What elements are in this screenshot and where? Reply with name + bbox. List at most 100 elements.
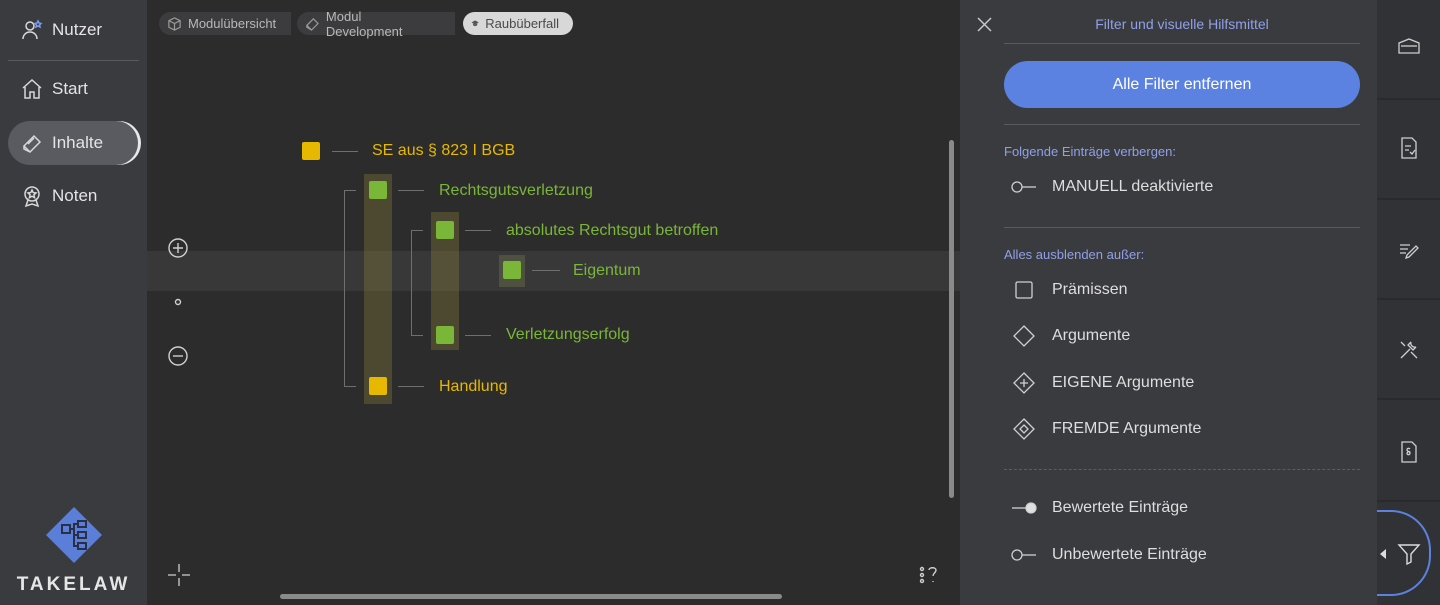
help-icon[interactable] [917, 563, 943, 587]
connector [411, 335, 423, 336]
panel-title: Filter und visuelle Hilfsmittel [1095, 16, 1269, 32]
crosshair-icon[interactable] [167, 563, 191, 587]
tree-node-label[interactable]: Handlung [439, 378, 508, 396]
tree-node-label[interactable]: Eigentum [573, 262, 641, 280]
book-icon [22, 134, 42, 154]
sidebar-item-label: Noten [52, 186, 98, 205]
filter-option-eigene-argumente[interactable]: EIGENE Argumente [1010, 371, 1194, 395]
rail-divider [1377, 98, 1440, 100]
sidebar-item-inhalte[interactable]: Inhalte [8, 121, 138, 165]
rail-divider [1377, 500, 1440, 502]
filter-option-argumente[interactable]: Argumente [1010, 324, 1130, 348]
divider [1004, 227, 1360, 228]
connector [465, 335, 491, 336]
folder-icon[interactable] [1397, 36, 1421, 60]
horizontal-scrollbar[interactable] [280, 594, 782, 599]
connector [332, 151, 358, 152]
filter-option-manuell[interactable]: MANUELL deaktivierte [1010, 175, 1213, 199]
option-label: MANUELL deaktivierte [1052, 178, 1214, 195]
connector [344, 190, 345, 386]
filter-option-unbewertete[interactable]: Unbewertete Einträge [1010, 543, 1207, 567]
rail-divider [1377, 298, 1440, 300]
option-label: Prämissen [1052, 281, 1128, 298]
caret-left-icon[interactable] [1379, 548, 1387, 560]
sidebar-divider [8, 60, 139, 61]
filter-option-fremde-argumente[interactable]: FREMDE Argumente [1010, 417, 1201, 441]
highlight-row [147, 251, 960, 291]
toggle-off-icon [1011, 549, 1036, 561]
filter-icon[interactable] [1397, 542, 1421, 566]
zoom-out-icon[interactable] [167, 345, 189, 367]
option-label: FREMDE Argumente [1052, 420, 1202, 437]
takelaw-logo: TAKELAW [15, 505, 132, 596]
tree-node-box[interactable] [436, 326, 454, 344]
rail-divider [1377, 198, 1440, 200]
diamond-plus-icon [1013, 372, 1035, 394]
tree-node-box[interactable] [302, 142, 320, 160]
tools-icon[interactable] [1397, 338, 1421, 362]
tree-node-box[interactable] [436, 221, 454, 239]
connector [411, 230, 412, 335]
tool-rail [1377, 0, 1440, 605]
breadcrumb-label: Modulübersicht [188, 16, 277, 31]
logo-text: TAKELAW [16, 574, 131, 595]
sidebar-item-nutzer[interactable]: Nutzer [8, 8, 138, 52]
zoom-in-icon[interactable] [167, 237, 189, 259]
connector [532, 270, 560, 271]
option-label: EIGENE Argumente [1052, 374, 1195, 391]
connector [398, 386, 424, 387]
close-icon[interactable] [976, 16, 993, 33]
option-label: Unbewertete Einträge [1052, 546, 1207, 563]
book-icon [306, 17, 319, 31]
home-icon [22, 78, 42, 99]
tree-node-box[interactable] [369, 377, 387, 395]
box-icon [168, 17, 181, 31]
tree-node-label[interactable]: Rechtsgutsverletzung [439, 182, 593, 200]
logo-diamond-icon [45, 507, 102, 563]
document-check-icon[interactable] [1397, 136, 1421, 160]
connector [411, 230, 423, 231]
toggle-off-icon [1011, 181, 1036, 193]
remove-all-filters-button[interactable]: Alle Filter entfernen [1004, 61, 1360, 108]
divider [1004, 124, 1360, 125]
connector [344, 386, 356, 387]
connector [344, 190, 356, 191]
user-icon [22, 19, 43, 40]
zoom-reset-icon[interactable] [167, 291, 189, 313]
arrow-band [364, 174, 392, 404]
dashed-divider [1004, 469, 1360, 471]
graduation-cap-icon [471, 20, 479, 27]
sidebar-item-label: Nutzer [52, 20, 103, 39]
tree-node-label[interactable]: SE aus § 823 I BGB [372, 142, 515, 160]
square-icon [1015, 281, 1033, 299]
breadcrumb-modul-development[interactable]: Modul Development [297, 9, 455, 39]
vertical-scrollbar[interactable] [949, 140, 954, 498]
toggle-on-icon [1012, 502, 1037, 514]
filter-panel: Filter und visuelle Hilfsmittel Alle Fil… [960, 0, 1377, 605]
breadcrumb-label: Raubüberfall [485, 16, 559, 31]
filter-option-bewertete[interactable]: Bewertete Einträge [1010, 496, 1188, 520]
sidebar-item-noten[interactable]: Noten [8, 174, 138, 218]
law-document-icon[interactable] [1397, 440, 1421, 464]
connector [465, 230, 491, 231]
option-label: Bewertete Einträge [1052, 499, 1189, 516]
breadcrumb-modulubersicht[interactable]: Modulübersicht [159, 12, 291, 35]
sidebar-item-start[interactable]: Start [8, 67, 138, 111]
tree-node-label[interactable]: Verletzungserfolg [506, 326, 630, 344]
rail-divider [1377, 398, 1440, 400]
sidebar-item-label: Start [52, 79, 88, 98]
connector [398, 190, 424, 191]
breadcrumb-raububerfall[interactable]: Raubüberfall [463, 12, 573, 35]
sidebar-item-label: Inhalte [52, 133, 104, 152]
tree-canvas[interactable]: Modulübersicht Modul Development Raubübe… [147, 0, 960, 605]
breadcrumb-label: Modul Development [325, 8, 403, 39]
tree-node-box[interactable] [503, 261, 521, 279]
award-icon [24, 186, 40, 208]
filter-option-pramissen[interactable]: Prämissen [1010, 278, 1128, 302]
option-label: Argumente [1052, 327, 1131, 344]
diamond-dot-icon [1013, 418, 1035, 440]
hide-section-title: Folgende Einträge verbergen: [1004, 144, 1177, 159]
tree-node-label[interactable]: absolutes Rechtsgut betroffen [506, 222, 718, 240]
edit-note-icon[interactable] [1397, 238, 1421, 262]
tree-node-box[interactable] [369, 181, 387, 199]
